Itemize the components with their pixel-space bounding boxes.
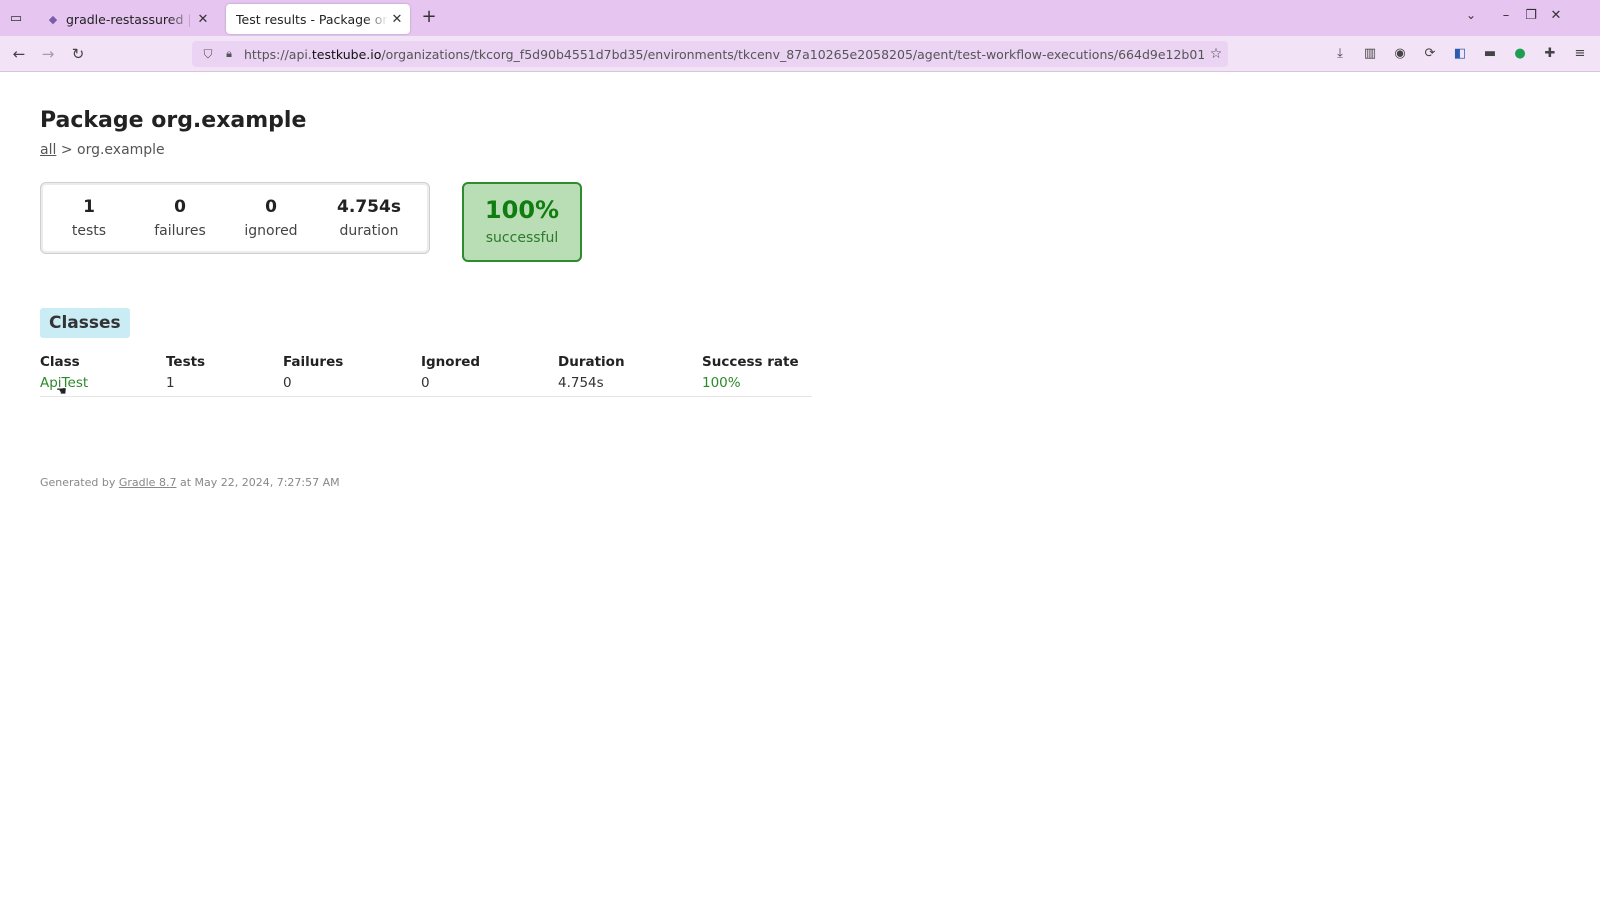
url-text[interactable]: https://api.testkube.io/organizations/tk… — [244, 47, 1204, 62]
bookmark-star-icon[interactable]: ☆ — [1204, 46, 1228, 62]
menu-icon[interactable]: ≡ — [1570, 45, 1590, 63]
password-manager-icon[interactable]: ▬ — [1480, 45, 1500, 63]
footer-suffix: at May 22, 2024, 7:27:57 AM — [179, 476, 340, 489]
ignored-counter: 0 ignored — [226, 197, 316, 239]
header-class: Class — [40, 354, 80, 370]
success-rate-value: 100% — [484, 196, 560, 224]
duration-label: duration — [339, 223, 399, 239]
gradle-link[interactable]: Gradle 8.7 — [119, 476, 177, 489]
header-success-rate: Success rate — [702, 354, 799, 370]
breadcrumb-all-link[interactable]: all — [40, 142, 56, 158]
breadcrumb-current: org.example — [77, 142, 165, 158]
extensions-puzzle-icon[interactable]: ✚ — [1540, 45, 1560, 63]
table-row: ApiTest 1 0 0 4.754s 100% — [40, 372, 812, 397]
success-rate-label: successful — [485, 230, 559, 246]
tab-bar: ▭ ◆ gradle-restassured | Testkube ✕ Test… — [0, 0, 1600, 36]
grammarly-icon[interactable]: ● — [1510, 45, 1530, 63]
header-failures: Failures — [283, 354, 344, 370]
tests-count: 1 — [83, 197, 95, 217]
back-arrow-icon[interactable]: ← — [8, 44, 30, 64]
table-header-row: Class Tests Failures Ignored Duration Su… — [40, 350, 812, 372]
restore-icon[interactable]: ❐ — [1521, 8, 1541, 23]
summary-box: 1 tests 0 failures 0 ignored 4.754s dura… — [40, 182, 430, 254]
breadcrumb-separator: > — [60, 142, 73, 158]
cell-duration: 4.754s — [558, 372, 702, 397]
shield-icon[interactable]: ⛉ — [196, 47, 220, 62]
hand-cursor-icon: ☚ — [56, 384, 67, 398]
page-title: Package org.example — [40, 108, 307, 133]
failures-label: failures — [154, 223, 206, 239]
footer: Generated by Gradle 8.7 at May 22, 2024,… — [40, 476, 340, 489]
header-tests: Tests — [166, 354, 206, 370]
sync-icon[interactable]: ⟳ — [1420, 45, 1440, 63]
failures-counter: 0 failures — [135, 197, 225, 239]
tests-label: tests — [71, 223, 107, 239]
cell-tests: 1 — [166, 372, 283, 397]
cell-failures: 0 — [283, 372, 421, 397]
tab-test-results[interactable]: Test results - Package org.example ✕ — [226, 4, 410, 34]
address-bar[interactable]: ⛉ 🔒︎ https://api.testkube.io/organizatio… — [192, 41, 1228, 67]
duration-value: 4.754s — [337, 197, 401, 217]
tab-title: gradle-restassured | Testkube — [66, 11, 194, 27]
tab-list-icon[interactable]: ▭ — [6, 8, 26, 28]
reload-icon[interactable]: ↻ — [67, 44, 89, 64]
navigation-bar: ← → ↻ ⛉ 🔒︎ https://api.testkube.io/organ… — [0, 36, 1600, 72]
header-ignored: Ignored — [421, 354, 481, 370]
success-rate-box: 100% successful — [462, 182, 582, 262]
breadcrumb: all > org.example — [40, 142, 165, 158]
close-tab-icon[interactable]: ✕ — [388, 12, 406, 27]
window-close-icon[interactable]: ✕ — [1546, 8, 1566, 23]
reader-view-icon[interactable]: ▥ — [1360, 45, 1380, 63]
forward-arrow-icon[interactable]: → — [37, 44, 59, 64]
cell-success-rate: 100% — [702, 372, 812, 397]
minimize-icon[interactable]: – — [1496, 8, 1516, 23]
cell-ignored: 0 — [421, 372, 558, 397]
ignored-count: 0 — [265, 197, 277, 217]
lock-icon[interactable]: 🔒︎ — [220, 47, 238, 61]
tab-gradle-restassured[interactable]: ◆ gradle-restassured | Testkube ✕ — [36, 4, 216, 34]
close-tab-icon[interactable]: ✕ — [194, 12, 212, 27]
tests-counter: 1 tests — [44, 197, 134, 239]
tab-classes[interactable]: Classes — [40, 308, 130, 338]
testkube-favicon-icon: ◆ — [48, 12, 58, 26]
duration-counter: 4.754s duration — [324, 197, 414, 239]
new-tab-icon[interactable]: + — [418, 7, 440, 29]
account-icon[interactable]: ◉ — [1390, 45, 1410, 63]
download-icon[interactable]: ⤓ — [1330, 45, 1350, 63]
classes-table: Class Tests Failures Ignored Duration Su… — [40, 350, 812, 397]
ignored-label: ignored — [244, 223, 298, 239]
footer-prefix: Generated by — [40, 476, 116, 489]
tab-title: Test results - Package org.example — [236, 11, 388, 27]
failures-count: 0 — [174, 197, 186, 217]
extension-icon[interactable]: ◧ — [1450, 45, 1470, 63]
chevron-down-icon[interactable]: ⌄ — [1466, 8, 1476, 22]
header-duration: Duration — [558, 354, 625, 370]
